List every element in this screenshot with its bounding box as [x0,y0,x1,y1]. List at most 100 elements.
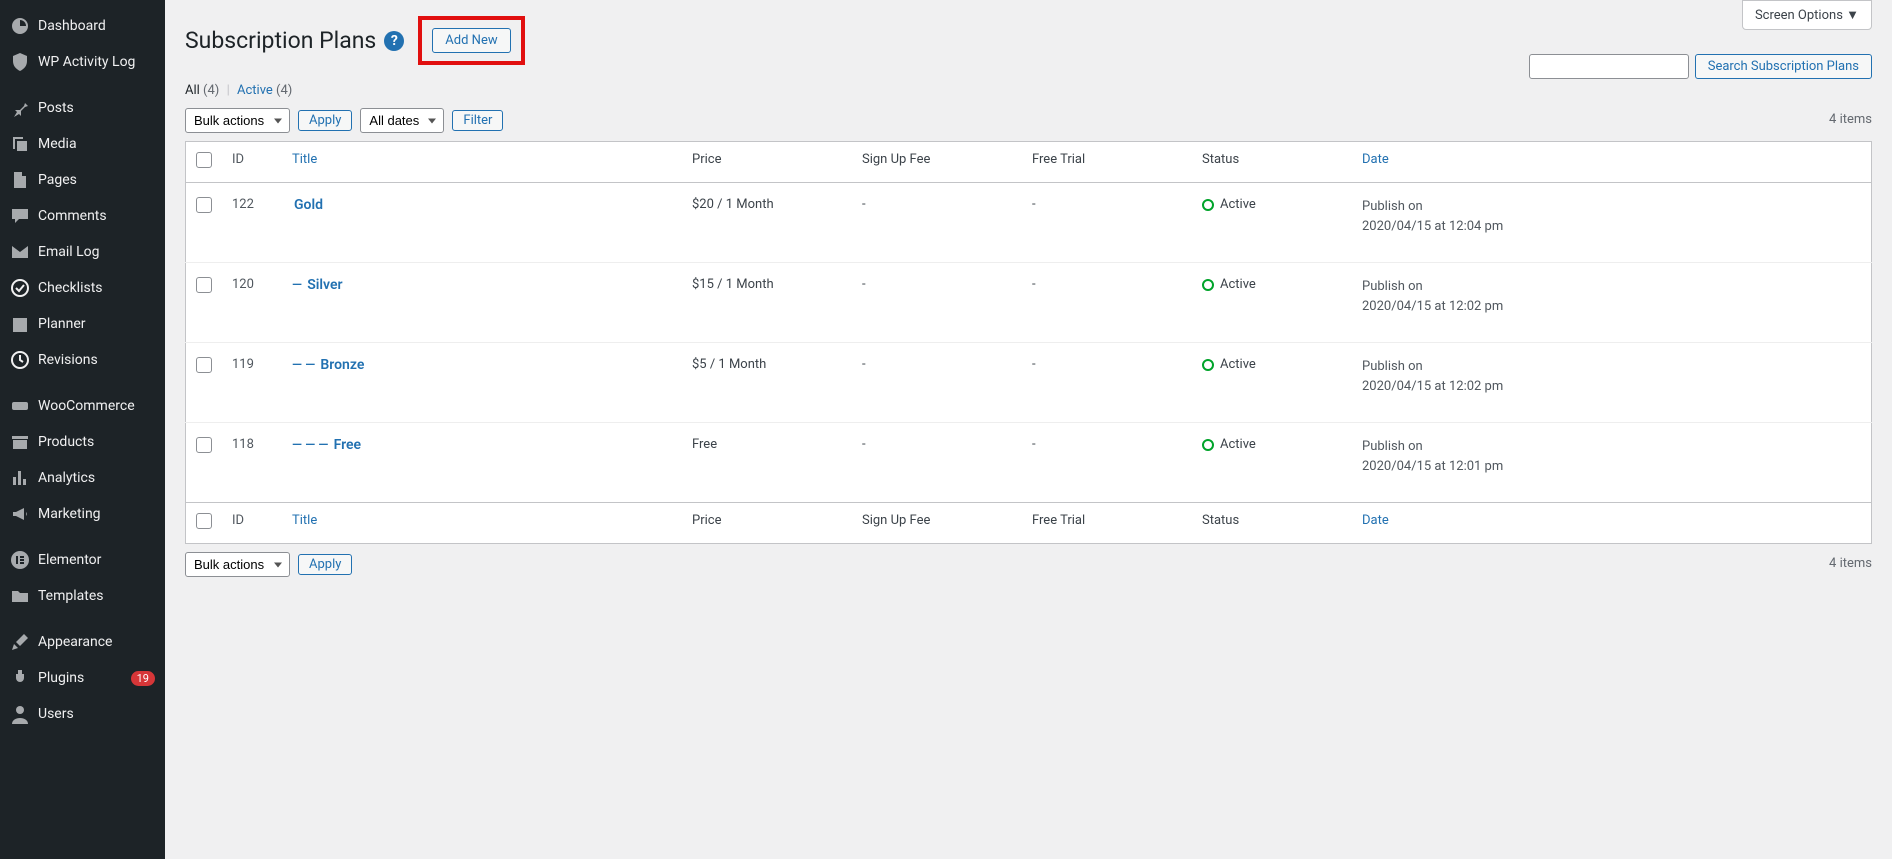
sidebar-item-planner[interactable]: Planner [0,306,165,342]
row-id: 122 [222,183,282,263]
col-header-title[interactable]: Title [282,142,682,183]
sidebar-item-dashboard[interactable]: Dashboard [0,8,165,44]
row-trial: - [1022,183,1192,263]
date-filter-select[interactable]: All dates [360,108,444,133]
filter-active-label: Active [237,83,273,98]
screen-options-toggle[interactable]: Screen Options ▼ [1742,0,1872,30]
filter-all-link[interactable]: All [185,83,200,98]
tablenav-top: Bulk actions Apply All dates Filter 4 it… [185,108,1872,133]
sidebar-item-label: Posts [38,100,155,116]
row-date-action: Publish on [1362,359,1423,374]
sidebar-item-marketing[interactable]: Marketing [0,496,165,532]
sidebar-item-analytics[interactable]: Analytics [0,460,165,496]
sidebar-item-label: Pages [38,172,155,188]
admin-sidebar: Dashboard WP Activity Log Posts Media Pages C… [0,0,165,859]
subscription-plans-table: ID Title Price Sign Up Fee Free Trial St… [185,141,1872,544]
row-title-link[interactable]: Gold [294,197,323,213]
sidebar-item-label: Plugins [38,670,127,686]
row-fee: - [852,183,1022,263]
col-footer-id: ID [222,503,282,544]
items-count-top: 4 items [1829,112,1872,127]
search-button[interactable]: Search Subscription Plans [1695,54,1872,79]
sidebar-item-label: Email Log [38,244,155,260]
sidebar-item-email-log[interactable]: Email Log [0,234,165,270]
col-footer-date[interactable]: Date [1352,503,1872,544]
col-header-status: Status [1192,142,1352,183]
select-all-checkbox-top[interactable] [196,152,212,168]
row-checkbox[interactable] [196,357,212,373]
bulk-actions-select[interactable]: Bulk actions [185,108,290,133]
select-all-checkbox-bottom[interactable] [196,513,212,529]
table-row: 119— — Bronze$5 / 1 Month--ActivePublish… [186,343,1872,423]
sidebar-item-label: Marketing [38,506,155,522]
sidebar-item-templates[interactable]: Templates [0,578,165,614]
row-date-timestamp: 2020/04/15 at 12:01 pm [1362,459,1503,474]
sidebar-item-pages[interactable]: Pages [0,162,165,198]
col-footer-status: Status [1192,503,1352,544]
sidebar-item-label: Dashboard [38,18,155,34]
row-status: Active [1192,263,1352,343]
col-header-trial: Free Trial [1022,142,1192,183]
sidebar-item-products[interactable]: Products [0,424,165,460]
col-footer-price: Price [682,503,852,544]
add-new-button[interactable]: Add New [432,28,510,53]
row-date: Publish on 2020/04/15 at 12:02 pm [1352,263,1872,343]
row-title-link[interactable]: Bronze [320,357,364,373]
row-status: Active [1192,343,1352,423]
sidebar-item-woocommerce[interactable]: WooCommerce [0,388,165,424]
filter-active-link[interactable]: Active [237,83,273,98]
row-status: Active [1192,423,1352,503]
bulk-actions-select-bottom[interactable]: Bulk actions [185,552,290,577]
row-fee: - [852,423,1022,503]
sidebar-item-elementor[interactable]: Elementor [0,542,165,578]
row-id: 119 [222,343,282,423]
col-header-date[interactable]: Date [1352,142,1872,183]
table-row: 122Gold$20 / 1 Month--ActivePublish on20… [186,183,1872,263]
items-count-bottom: 4 items [1829,556,1872,571]
sidebar-item-label: Templates [38,588,155,604]
row-title-prefix: — — — [292,438,332,453]
sidebar-item-media[interactable]: Media [0,126,165,162]
sidebar-item-users[interactable]: Users [0,696,165,732]
sidebar-item-label: Checklists [38,280,155,296]
col-footer-title[interactable]: Title [282,503,682,544]
row-checkbox[interactable] [196,277,212,293]
row-title-link[interactable]: Silver [307,277,342,293]
apply-button-top[interactable]: Apply [298,110,352,131]
search-input[interactable] [1529,54,1689,79]
row-price: $15 / 1 Month [682,263,852,343]
apply-button-bottom[interactable]: Apply [298,554,352,575]
sidebar-item-comments[interactable]: Comments [0,198,165,234]
row-checkbox[interactable] [196,197,212,213]
sidebar-item-wp-activity-log[interactable]: WP Activity Log [0,44,165,80]
sidebar-item-plugins[interactable]: Plugins19 [0,660,165,696]
pin-icon [10,98,30,118]
sidebar-item-label: Products [38,434,155,450]
row-trial: - [1022,263,1192,343]
filter-button[interactable]: Filter [452,110,503,131]
row-fee: - [852,343,1022,423]
row-price: $20 / 1 Month [682,183,852,263]
calendar-icon [10,314,30,334]
col-footer-fee: Sign Up Fee [852,503,1022,544]
status-filter-links: All (4) | Active (4) [185,83,1872,98]
row-title-link[interactable]: Free [334,437,362,453]
row-title-prefix: — — [292,358,318,373]
row-status-text: Active [1220,357,1256,372]
col-header-fee: Sign Up Fee [852,142,1022,183]
table-row: 120— Silver$15 / 1 Month--ActivePublish … [186,263,1872,343]
help-icon[interactable]: ? [384,31,404,51]
row-checkbox[interactable] [196,437,212,453]
row-price: Free [682,423,852,503]
comment-icon [10,206,30,226]
sidebar-item-posts[interactable]: Posts [0,90,165,126]
sidebar-item-checklists[interactable]: Checklists [0,270,165,306]
row-date-timestamp: 2020/04/15 at 12:02 pm [1362,299,1503,314]
sidebar-item-appearance[interactable]: Appearance [0,624,165,660]
sidebar-item-revisions[interactable]: Revisions [0,342,165,378]
row-date-action: Publish on [1362,279,1423,294]
filter-all-label: All [185,83,200,98]
sidebar-item-label: Planner [38,316,155,332]
sidebar-item-label: WooCommerce [38,398,155,414]
row-trial: - [1022,343,1192,423]
